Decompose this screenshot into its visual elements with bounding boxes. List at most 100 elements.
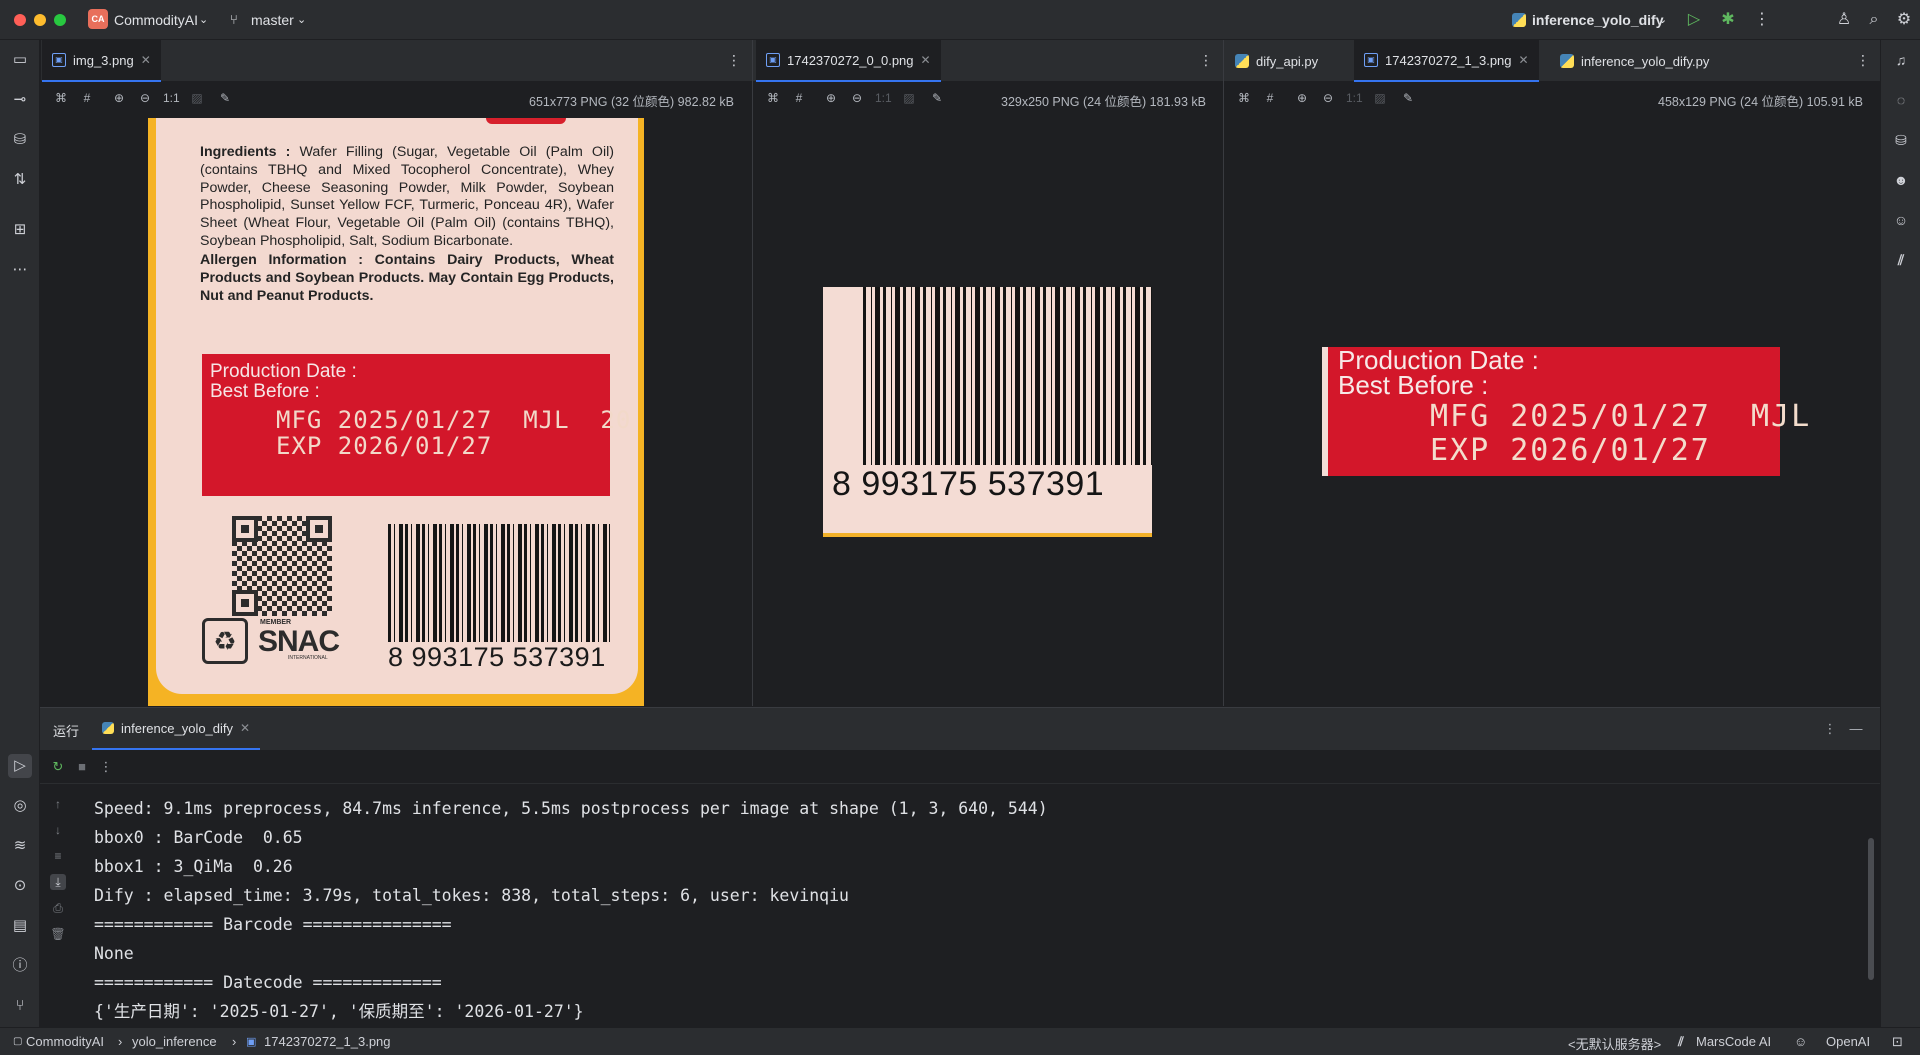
copilot-status-icon[interactable]: ☺	[1794, 1034, 1807, 1049]
commit-icon[interactable]: ⊸	[8, 88, 32, 112]
settings-gear-icon[interactable]: ⚙	[1894, 10, 1914, 30]
tab-inference-yolo-dify[interactable]: inference_yolo_dify.py	[1550, 40, 1719, 82]
add-user-icon[interactable]: ♙	[1834, 10, 1854, 30]
grid-icon[interactable]: #	[791, 90, 807, 106]
copilot-icon[interactable]: ☻	[1889, 168, 1913, 192]
stop-icon[interactable]: ■	[74, 759, 90, 775]
more-vertical-icon[interactable]: ⋮	[1856, 52, 1870, 69]
actual-size-button[interactable]: 1:1	[1346, 90, 1363, 106]
zoom-out-icon[interactable]: ⊖	[1320, 90, 1336, 106]
console-scrollbar[interactable]	[1868, 838, 1874, 980]
minimize-window-button[interactable]	[34, 14, 46, 26]
more-actions-icon[interactable]: ⋮	[1752, 10, 1772, 30]
close-icon[interactable]: ✕	[1519, 53, 1529, 67]
fit-zoom-icon[interactable]: ⌘	[765, 90, 781, 106]
notifications-bell-icon[interactable]: ♫	[1889, 48, 1913, 72]
tab-date-crop[interactable]: ▣ 1742370272_1_3.png ✕	[1354, 40, 1539, 82]
chevron-down-icon[interactable]: ⌄	[297, 13, 306, 26]
chevron-down-icon[interactable]: ⌄	[1658, 13, 1667, 26]
snac-word: SNAC	[258, 625, 340, 658]
actual-size-button[interactable]: 1:1	[875, 90, 892, 106]
package-image: Ingredients : Wafer Filling (Sugar, Vege…	[148, 118, 644, 706]
zoom-in-icon[interactable]: ⊕	[823, 90, 839, 106]
breadcrumb-file[interactable]: 1742370272_1_3.png	[264, 1034, 391, 1049]
layers-icon[interactable]: ≋	[8, 834, 32, 858]
more-vertical-icon[interactable]: ⋮	[1822, 721, 1838, 737]
more-vertical-icon[interactable]: ⋮	[98, 759, 114, 775]
color-picker-icon[interactable]: ✎	[929, 90, 945, 106]
chevron-down-icon[interactable]: ⌄	[199, 13, 208, 26]
fit-zoom-icon[interactable]: ⌘	[53, 90, 69, 106]
actual-size-button[interactable]: 1:1	[163, 90, 180, 106]
scroll-to-end-icon[interactable]: ⤓	[50, 874, 66, 890]
readonly-lock-icon[interactable]: ⊡	[1892, 1034, 1903, 1050]
mfg-line: MFG 2025/01/27 MJL 20	[276, 406, 632, 434]
breadcrumb-project[interactable]: CommodityAI	[26, 1034, 104, 1049]
services-icon[interactable]: ⊙	[8, 874, 32, 898]
title-bar: CA CommodityAI ⌄ ⑂ master ⌄ inference_yo…	[0, 0, 1920, 40]
console-output[interactable]: Speed: 9.1ms preprocess, 84.7ms inferenc…	[94, 794, 1854, 1024]
tab-dify-api[interactable]: dify_api.py	[1225, 40, 1328, 82]
close-icon[interactable]: ✕	[240, 721, 250, 735]
tab-bar: ▣ 1742370272_0_0.png ✕ ⋮	[753, 40, 1223, 82]
database-icon[interactable]: ⛁	[1889, 128, 1913, 152]
close-icon[interactable]: ✕	[921, 53, 931, 67]
fit-zoom-icon[interactable]: ⌘	[1236, 90, 1252, 106]
background-icon[interactable]: ▨	[901, 90, 917, 106]
zoom-out-icon[interactable]: ⊖	[849, 90, 865, 106]
python-file-icon	[1560, 54, 1574, 68]
ai-assistant-icon[interactable]: ⛁	[8, 128, 32, 152]
run-tab[interactable]: inference_yolo_dify ✕	[92, 708, 261, 750]
terminal-icon[interactable]: ▤	[8, 914, 32, 938]
qr-finder	[232, 516, 258, 542]
more-tools-icon[interactable]: ⋯	[8, 258, 32, 282]
more-vertical-icon[interactable]: ⋮	[727, 52, 741, 69]
copilot-chat-icon[interactable]: ☺	[1889, 208, 1913, 232]
color-picker-icon[interactable]: ✎	[217, 90, 233, 106]
trash-icon[interactable]: 🗑	[50, 926, 66, 942]
openai-status[interactable]: OpenAI	[1826, 1034, 1870, 1049]
run-configuration-selector[interactable]: inference_yolo_dify	[1532, 12, 1664, 28]
date-crop-image: Production Date : Best Before : MFG 2025…	[1322, 347, 1809, 476]
marscode-status[interactable]: MarsCode AI	[1696, 1034, 1771, 1049]
project-badge[interactable]: CA	[88, 9, 108, 29]
maximize-window-button[interactable]	[54, 14, 66, 26]
zoom-in-icon[interactable]: ⊕	[111, 90, 127, 106]
grid-icon[interactable]: #	[79, 90, 95, 106]
python-packages-icon[interactable]: ◎	[8, 794, 32, 818]
breadcrumb-folder[interactable]: yolo_inference	[132, 1034, 217, 1049]
close-icon[interactable]: ✕	[141, 53, 151, 67]
pull-requests-icon[interactable]: ⇅	[8, 168, 32, 192]
scroll-down-icon[interactable]: ↓	[50, 822, 66, 838]
problems-icon[interactable]: ⓘ	[8, 954, 32, 978]
minimize-panel-icon[interactable]: —	[1848, 721, 1864, 737]
more-vertical-icon[interactable]: ⋮	[1199, 52, 1213, 69]
tab-barcode-crop[interactable]: ▣ 1742370272_0_0.png ✕	[756, 40, 941, 82]
zoom-out-icon[interactable]: ⊖	[137, 90, 153, 106]
color-picker-icon[interactable]: ✎	[1400, 90, 1416, 106]
print-icon[interactable]: ⎙	[50, 900, 66, 916]
background-icon[interactable]: ▨	[1372, 90, 1388, 106]
soft-wrap-icon[interactable]: ≡	[50, 848, 66, 864]
project-name[interactable]: CommodityAI	[114, 12, 198, 28]
background-icon[interactable]: ▨	[189, 90, 205, 106]
rerun-icon[interactable]: ↻	[50, 759, 66, 775]
run-tool-icon[interactable]: ▷	[8, 754, 32, 778]
branch-name[interactable]: master	[251, 12, 294, 28]
structure-icon[interactable]: ⊞	[8, 218, 32, 242]
server-selector[interactable]: <无默认服务器>	[1568, 1034, 1661, 1053]
close-window-button[interactable]	[14, 14, 26, 26]
project-folder-icon[interactable]: ▭	[8, 48, 32, 72]
grid-icon[interactable]: #	[1262, 90, 1278, 106]
branch-icon: ⑂	[230, 12, 238, 27]
ai-spiral-icon[interactable]: ◌	[1889, 88, 1913, 112]
scroll-up-icon[interactable]: ↑	[50, 796, 66, 812]
tab-img-3[interactable]: ▣ img_3.png ✕	[42, 40, 161, 82]
git-icon[interactable]: ⑂	[8, 994, 32, 1018]
marscode-icon[interactable]: ⫽	[1889, 248, 1913, 272]
search-icon[interactable]: ⌕	[1864, 10, 1884, 30]
snac-sub-text: INTERNATIONAL	[288, 655, 328, 661]
run-icon[interactable]: ▷	[1684, 10, 1704, 30]
zoom-in-icon[interactable]: ⊕	[1294, 90, 1310, 106]
debug-icon[interactable]: ✱	[1718, 10, 1738, 30]
